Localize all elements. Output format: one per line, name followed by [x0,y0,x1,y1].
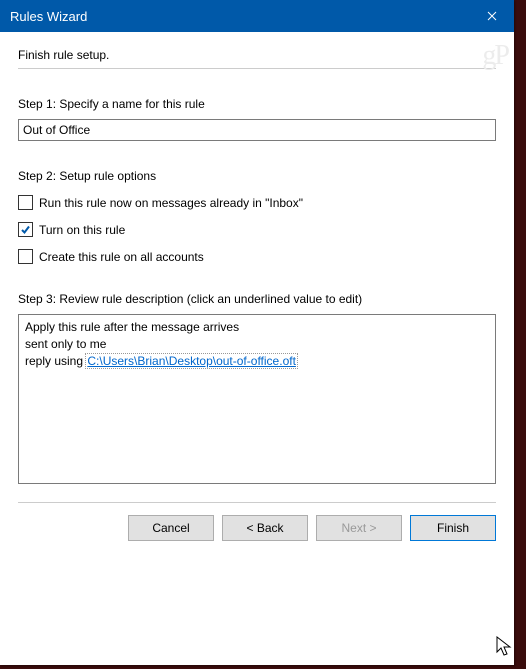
finish-button[interactable]: Finish [410,515,496,541]
button-row: Cancel < Back Next > Finish [0,515,514,559]
checkbox-turn-on[interactable]: Turn on this rule [18,222,496,237]
instruction-text: Finish rule setup. [18,48,496,62]
checkbox-label: Create this rule on all accounts [39,250,204,264]
rule-description-box: Apply this rule after the message arrive… [18,314,496,484]
close-button[interactable] [469,0,514,32]
window-title: Rules Wizard [10,9,87,24]
template-path-link[interactable]: C:\Users\Brian\Desktop\out-of-office.oft [86,354,297,368]
desc-line-2: sent only to me [25,336,489,353]
step1: Step 1: Specify a name for this rule [18,97,496,141]
desc-line-1: Apply this rule after the message arrive… [25,319,489,336]
desc-line-3-prefix: reply using [25,354,86,368]
checkbox-all-accounts[interactable]: Create this rule on all accounts [18,249,496,264]
cancel-button[interactable]: Cancel [128,515,214,541]
step3: Step 3: Review rule description (click a… [18,292,496,484]
close-icon [487,11,497,21]
divider [18,502,496,503]
rules-wizard-window: Rules Wizard gP Finish rule setup. Step … [0,0,514,665]
back-button[interactable]: < Back [222,515,308,541]
checkbox-label: Turn on this rule [39,223,125,237]
title-bar: Rules Wizard [0,0,514,32]
checkbox-box [18,249,33,264]
content-area: Finish rule setup. Step 1: Specify a nam… [0,32,514,503]
step1-label: Step 1: Specify a name for this rule [18,97,496,111]
step2-label: Step 2: Setup rule options [18,169,496,183]
rule-name-input[interactable] [18,119,496,141]
checkbox-label: Run this rule now on messages already in… [39,196,303,210]
desc-line-3: reply using C:\Users\Brian\Desktop\out-o… [25,353,489,370]
checkbox-box [18,222,33,237]
next-button: Next > [316,515,402,541]
divider [18,68,496,69]
checkbox-run-now[interactable]: Run this rule now on messages already in… [18,195,496,210]
step2: Step 2: Setup rule options Run this rule… [18,169,496,264]
step3-label: Step 3: Review rule description (click a… [18,292,496,306]
checkbox-box [18,195,33,210]
